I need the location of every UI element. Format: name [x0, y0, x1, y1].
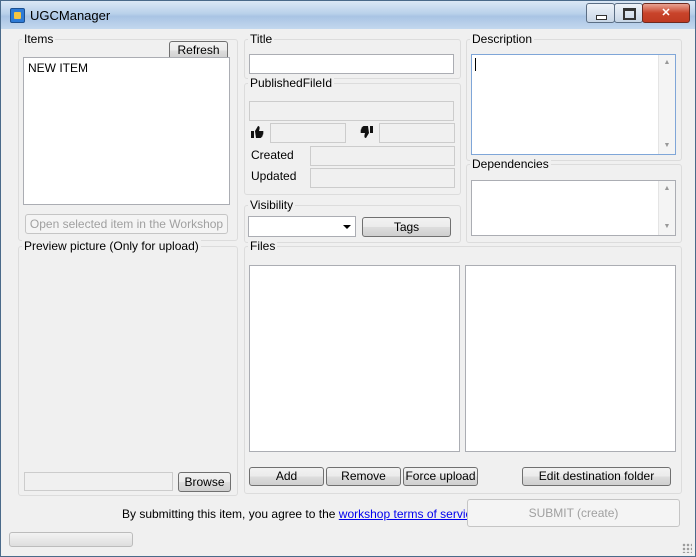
agree-text: By submitting this item, you agree to th…	[122, 507, 336, 521]
published-id-field	[249, 101, 454, 121]
maximize-icon	[623, 8, 636, 20]
dependencies-textarea[interactable]: ▲ ▼	[471, 180, 676, 236]
close-icon: ✕	[661, 7, 671, 19]
app-icon	[10, 8, 25, 23]
visibility-select[interactable]	[248, 216, 356, 237]
minimize-icon	[596, 15, 607, 20]
workshop-terms-link[interactable]: workshop terms of service	[339, 507, 478, 521]
force-upload-button[interactable]: Force upload	[403, 467, 478, 486]
items-label: Items	[22, 32, 56, 46]
window-title: UGCManager	[30, 8, 111, 23]
remove-file-button[interactable]: Remove	[326, 467, 401, 486]
add-file-button[interactable]: Add	[249, 467, 324, 486]
created-label: Created	[251, 148, 294, 162]
dependencies-label: Dependencies	[470, 157, 551, 171]
files-destination-list[interactable]	[465, 265, 676, 452]
updated-label: Updated	[251, 169, 297, 183]
preview-picture	[23, 263, 231, 463]
terms-agreement-text: By submitting this item, you agree to th…	[122, 507, 482, 521]
list-item[interactable]: NEW ITEM	[28, 61, 88, 75]
status-bar	[1, 528, 695, 556]
upvotes-field	[270, 123, 346, 143]
updated-field	[310, 168, 455, 188]
thumbs-down-icon	[360, 126, 373, 138]
scroll-up-icon[interactable]: ▲	[659, 56, 675, 70]
dependencies-scrollbar[interactable]: ▲ ▼	[658, 181, 675, 235]
title-input[interactable]	[249, 54, 454, 74]
scroll-down-icon[interactable]: ▼	[659, 220, 675, 234]
files-source-list[interactable]	[249, 265, 460, 452]
scroll-up-icon[interactable]: ▲	[659, 182, 675, 196]
visibility-label: Visibility	[248, 198, 296, 212]
description-label: Description	[470, 32, 535, 46]
created-field	[310, 146, 455, 166]
minimize-button[interactable]	[586, 3, 615, 23]
upload-progress-bar	[9, 532, 133, 547]
items-list[interactable]: NEW ITEM	[23, 57, 230, 205]
edit-destination-folder-button[interactable]: Edit destination folder	[522, 467, 671, 486]
browse-button[interactable]: Browse	[178, 472, 231, 492]
maximize-button[interactable]	[614, 3, 643, 23]
scroll-down-icon[interactable]: ▼	[659, 139, 675, 153]
preview-path-field	[24, 472, 173, 491]
published-label: PublishedFileId	[248, 76, 335, 90]
downvotes-field	[379, 123, 455, 143]
size-grip-icon[interactable]	[682, 543, 692, 553]
open-in-workshop-button[interactable]: Open selected item in the Workshop	[25, 214, 228, 234]
title-label: Title	[248, 32, 275, 46]
tags-button[interactable]: Tags	[362, 217, 451, 237]
preview-label: Preview picture (Only for upload)	[22, 239, 201, 253]
dropdown-arrow-icon	[343, 225, 351, 229]
description-textarea[interactable]: ▲ ▼	[471, 54, 676, 155]
files-label: Files	[248, 239, 278, 253]
ugc-manager-window: UGCManager ✕ Items Refresh NEW ITEM Open…	[0, 0, 696, 557]
thumbs-up-icon	[251, 126, 264, 138]
close-button[interactable]: ✕	[642, 3, 690, 23]
title-bar[interactable]: UGCManager ✕	[1, 1, 695, 29]
submit-button[interactable]: SUBMIT (create)	[467, 499, 680, 527]
description-scrollbar[interactable]: ▲ ▼	[658, 55, 675, 154]
text-caret	[475, 58, 476, 71]
